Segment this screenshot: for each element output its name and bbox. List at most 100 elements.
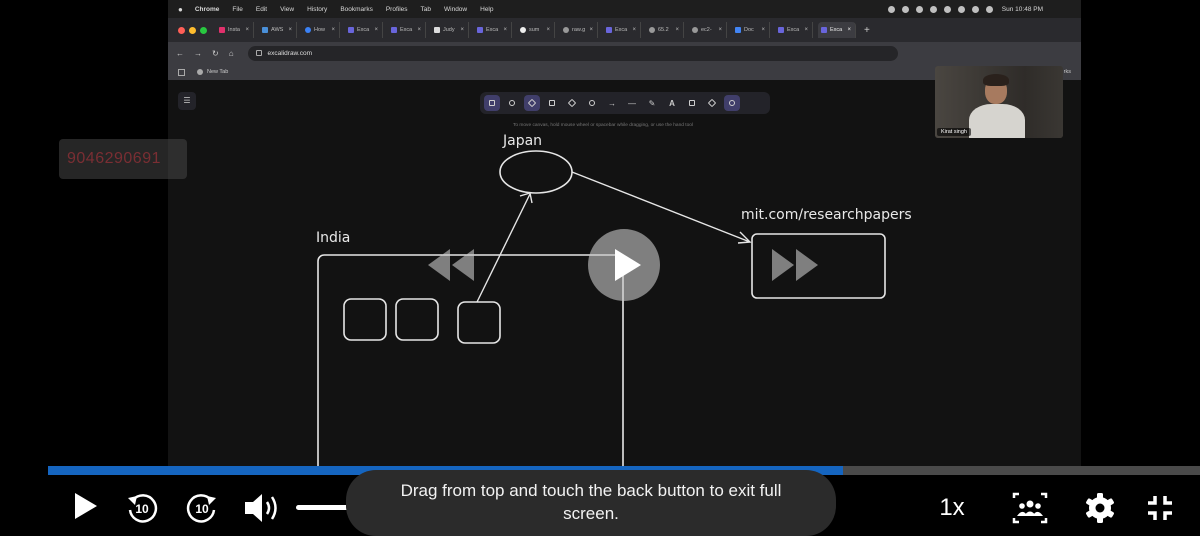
person-body-icon (1024, 511, 1036, 516)
center-play-button[interactable] (588, 229, 660, 301)
india-label: India (316, 230, 350, 246)
globe-icon (197, 69, 203, 75)
status-icon (887, 5, 895, 13)
participants-button[interactable] (1008, 488, 1052, 528)
excalidraw-icon (477, 27, 483, 33)
close-tab-icon: × (847, 27, 851, 33)
wifi-icon (971, 5, 979, 13)
close-tab-icon: × (288, 27, 292, 33)
video-player[interactable]: ● Chrome File Edit View History Bookmark… (0, 0, 1200, 536)
browser-tab-label: Exca (787, 27, 800, 33)
mac-menubar: ● Chrome File Edit View History Bookmark… (168, 0, 1081, 18)
bookmark-new-tab: New Tab (207, 69, 229, 75)
sound-wave-icon (265, 501, 271, 515)
status-icon (957, 5, 965, 13)
status-area: Sun 10:48 PM (881, 0, 1043, 18)
play-button[interactable] (68, 486, 102, 526)
browser-tab-label: sum (529, 27, 540, 33)
battery-icon (985, 5, 993, 13)
site-info-icon (255, 50, 262, 56)
playback-speed-button[interactable]: 1x (930, 488, 974, 528)
browser-tab: ec2- × (689, 22, 727, 38)
browser-tab: Judy × (431, 22, 469, 38)
menu-file: File (232, 5, 243, 13)
menu-edit: Edit (255, 5, 268, 13)
loading-icon (305, 27, 311, 33)
presenter-hair (983, 74, 1009, 86)
forward-10-button[interactable]: 10 (184, 490, 220, 526)
replay-seconds: 10 (135, 502, 149, 516)
apps-grid-icon (178, 68, 185, 76)
server-box-2 (395, 298, 439, 341)
volume-slider[interactable] (296, 505, 352, 510)
close-tab-icon: × (632, 27, 636, 33)
menu-tab: Tab (420, 5, 431, 13)
play-icon (615, 249, 641, 281)
close-tab-icon: × (331, 27, 335, 33)
person-icon (1019, 503, 1025, 509)
fast-forward-icon[interactable] (768, 247, 824, 283)
page-icon (434, 27, 440, 33)
menu-bookmarks: Bookmarks (340, 5, 373, 13)
globe-icon (649, 27, 655, 33)
url-bar: excalidraw.com (247, 45, 898, 61)
back-arrow-icon: ← (176, 48, 184, 58)
menu-view: View (280, 5, 295, 13)
browser-tab-label: 65.2 (658, 27, 669, 33)
volume-button[interactable] (242, 488, 284, 528)
excalidraw-icon (821, 27, 827, 33)
browser-tab: Insta × (216, 22, 254, 38)
browser-tab: How × (302, 22, 340, 38)
settings-button[interactable] (1080, 488, 1120, 528)
close-tab-icon: × (804, 27, 808, 33)
status-icon (943, 5, 951, 13)
close-tab-icon: × (589, 27, 593, 33)
rewind-icon[interactable] (424, 247, 476, 283)
gear-hole (1095, 503, 1105, 513)
browser-tab-label: Exca (486, 27, 499, 33)
excalidraw-icon (348, 27, 354, 33)
github-icon (520, 27, 526, 33)
browser-address-row: ← → ↻ ⌂ excalidraw.com (168, 42, 1081, 64)
person-body-icon (1017, 511, 1026, 516)
docs-icon (735, 27, 741, 33)
server-box-1 (343, 298, 387, 341)
browser-tab-label: ec2- (701, 27, 712, 33)
exit-fullscreen-icon (1148, 496, 1172, 520)
minimize-window-icon (189, 26, 196, 34)
browser-tab-active: Exca × (818, 22, 856, 38)
reload-icon: ↻ (212, 48, 219, 58)
person-icon (1026, 500, 1034, 508)
browser-tab-label: AWS (271, 27, 284, 33)
browser-tab: Exca × (775, 22, 813, 38)
browser-tab-label: Insta (228, 27, 240, 33)
speaker-icon (245, 494, 262, 522)
japan-label: Japan (502, 133, 542, 149)
close-window-icon (178, 26, 185, 34)
excalidraw-icon (778, 27, 784, 33)
status-icon (929, 5, 937, 13)
browser-tab: sum × (517, 22, 555, 38)
menu-app-name: Chrome (194, 5, 220, 13)
browser-tab-label: Exca (615, 27, 628, 33)
globe-icon (563, 27, 569, 33)
forward-seconds: 10 (195, 502, 209, 516)
frame-corners-icon (1012, 492, 1048, 524)
presenter-name: Kirat singh (937, 128, 971, 136)
arrow-to-japan (476, 193, 531, 303)
browser-tab-label: How (314, 27, 326, 33)
browser-tab-label: Doc (744, 27, 754, 33)
play-icon (75, 493, 97, 519)
close-tab-icon: × (761, 27, 765, 33)
browser-tab: Exca × (603, 22, 641, 38)
browser-tab: Exca × (345, 22, 383, 38)
person-icon (1035, 503, 1041, 509)
browser-tab-label: Exca (357, 27, 370, 33)
phone-watermark: 9046290691 (59, 139, 187, 179)
status-icon (915, 5, 923, 13)
replay-10-button[interactable]: 10 (124, 490, 160, 526)
presenter-shirt (969, 104, 1025, 138)
close-tab-icon: × (546, 27, 550, 33)
server-box-3 (457, 301, 501, 344)
exit-fullscreen-button[interactable] (1138, 488, 1182, 528)
